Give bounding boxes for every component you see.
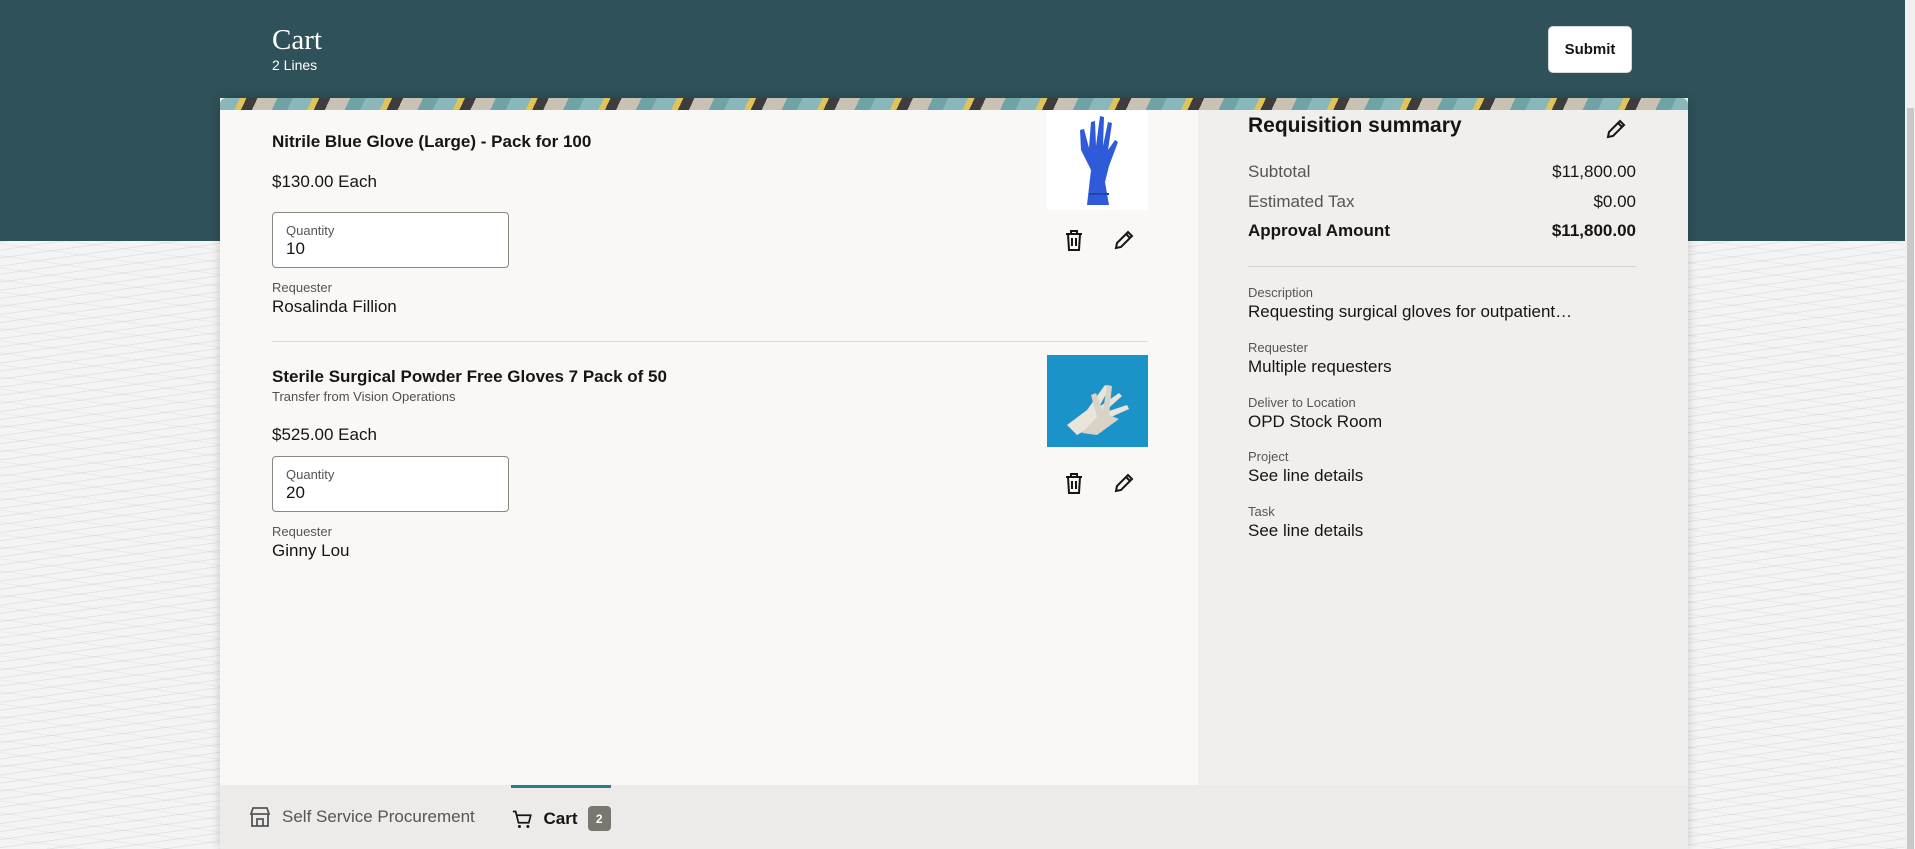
nav-self-service-procurement[interactable]: Self Service Procurement (248, 785, 475, 849)
requester-label: Requester (272, 524, 332, 539)
cart-line-2: Sterile Surgical Powder Free Gloves 7 Pa… (272, 367, 1148, 404)
task-label: Task (1248, 504, 1275, 519)
bottom-nav: Self Service Procurement Cart 2 (220, 785, 1688, 849)
nav-procurement-label: Self Service Procurement (282, 807, 475, 826)
nav-cart-label: Cart (543, 808, 578, 828)
summary-title: Requisition summary (1248, 114, 1462, 137)
summary-requester-label: Requester (1248, 340, 1308, 355)
nav-cart[interactable]: Cart 2 (511, 785, 611, 849)
approval-value: $11,800.00 (1551, 221, 1636, 240)
cart-line-1: Nitrile Blue Glove (Large) - Pack for 10… (272, 132, 1148, 152)
tax-label: Estimated Tax (1248, 192, 1355, 211)
requester-value: Ginny Lou (272, 541, 350, 560)
quantity-value[interactable]: 10 (286, 239, 495, 259)
line-count: 2 Lines (272, 57, 318, 73)
requester-value: Rosalinda Fillion (272, 297, 397, 316)
quantity-label: Quantity (286, 223, 335, 238)
scrollbar-thumb[interactable] (1907, 108, 1914, 849)
delete-icon[interactable] (1058, 467, 1090, 499)
description-value: Requesting surgical gloves for outpatien… (1248, 302, 1573, 321)
location-value: OPD Stock Room (1248, 412, 1383, 431)
approval-row: Approval Amount $11,800.00 (1248, 221, 1636, 241)
tax-value: $0.00 (1593, 192, 1636, 211)
project-value: See line details (1248, 466, 1364, 485)
project-label: Project (1248, 449, 1289, 464)
blue-glove-image[interactable] (1047, 110, 1148, 210)
subtotal-row: Subtotal $11,800.00 (1248, 162, 1636, 182)
cart-count-badge: 2 (587, 806, 611, 831)
requester-label: Requester (272, 280, 332, 295)
line-divider (272, 341, 1148, 342)
quantity-field[interactable]: Quantity 20 (272, 456, 509, 512)
summary-requester-value: Multiple requesters (1248, 357, 1392, 376)
surgical-gloves-image[interactable] (1047, 355, 1148, 447)
approval-label: Approval Amount (1248, 221, 1390, 240)
task-value: See line details (1248, 521, 1364, 540)
delete-icon[interactable] (1058, 224, 1090, 256)
subtotal-label: Subtotal (1248, 162, 1311, 181)
edit-icon[interactable] (1108, 467, 1140, 499)
page-title: Cart (272, 24, 322, 56)
cart-icon (512, 810, 532, 828)
quantity-field[interactable]: Quantity 10 (272, 212, 509, 268)
store-icon (249, 807, 271, 827)
submit-button[interactable]: Submit (1548, 26, 1632, 73)
summary-divider (1248, 266, 1636, 267)
quantity-value[interactable]: 20 (286, 483, 495, 503)
item-name: Sterile Surgical Powder Free Gloves 7 Pa… (272, 367, 667, 386)
item-price: $130.00 Each (272, 172, 377, 191)
edit-summary-icon[interactable] (1600, 113, 1632, 145)
item-price: $525.00 Each (272, 425, 377, 444)
edit-icon[interactable] (1108, 224, 1140, 256)
description-label: Description (1248, 285, 1314, 300)
item-source: Transfer from Vision Operations (272, 389, 456, 404)
item-name: Nitrile Blue Glove (Large) - Pack for 10… (272, 132, 592, 151)
tax-row: Estimated Tax $0.00 (1248, 192, 1636, 212)
decorative-banner (220, 98, 1688, 110)
quantity-label: Quantity (286, 467, 335, 482)
location-label: Deliver to Location (1248, 395, 1356, 410)
subtotal-value: $11,800.00 (1552, 162, 1636, 181)
